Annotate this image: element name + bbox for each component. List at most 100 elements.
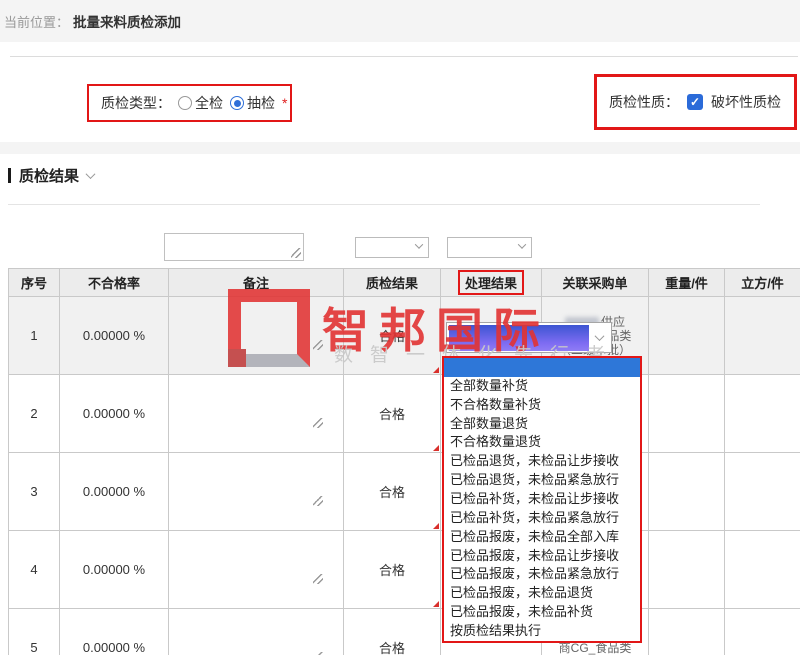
resize-handle-icon[interactable] — [313, 418, 323, 428]
result-filter-select[interactable] — [355, 237, 429, 258]
remark-filter-textarea[interactable] — [164, 233, 304, 261]
inspection-result-table: 序号 不合格率 备注 质检结果 处理结果 关联采购单 重量/件 立方/件 1 0… — [8, 268, 800, 655]
dropdown-option[interactable]: 全部数量退货 — [444, 415, 640, 434]
cell-inspection-result: 合格 — [344, 531, 441, 609]
page-title: 批量来料质检添加 — [73, 11, 181, 31]
cell-weight — [649, 609, 725, 655]
inspection-type-group: 质检类型： 全检 抽检 * — [87, 84, 292, 122]
checkbox-checked-icon[interactable]: ✓ — [687, 94, 703, 110]
table-header-row: 序号 不合格率 备注 质检结果 处理结果 关联采购单 重量/件 立方/件 — [9, 269, 800, 297]
required-mark: * — [282, 95, 287, 111]
table-row: 2 0.00000 % 合格 — [9, 375, 800, 453]
dropdown-option[interactable]: 已检品报废，未检品退货 — [444, 584, 640, 603]
chevron-down-icon[interactable] — [86, 169, 96, 179]
cell-weight — [649, 297, 725, 375]
destructive-inspection-label: 破坏性质检 — [711, 92, 781, 112]
cell-defect-rate: 0.00000 % — [60, 375, 169, 453]
table-row: 5 0.00000 % 合格 供应 商CG_食品类 （二级审批） — [9, 609, 800, 655]
section-header: 质检结果 — [8, 165, 94, 186]
radio-unchecked-icon[interactable] — [178, 96, 192, 110]
header-weight: 重量/件 — [649, 269, 725, 297]
table-row: 1 0.00000 % 合格 供应 商CG_食品类 （二级审批） — [9, 297, 800, 375]
handle-filter-select[interactable] — [447, 237, 532, 258]
chevron-down-icon — [518, 240, 526, 248]
cell-defect-rate: 0.00000 % — [60, 531, 169, 609]
handle-result-select[interactable] — [446, 322, 612, 353]
dropdown-option[interactable]: 已检品报废，未检品紧急放行 — [444, 565, 640, 584]
cell-remark-textarea[interactable] — [169, 609, 344, 655]
resize-handle-icon[interactable] — [313, 574, 323, 584]
breadcrumb: 当前位置： 批量来料质检添加 — [0, 0, 800, 42]
cell-cubic — [725, 297, 800, 375]
header-inspection-result: 质检结果 — [344, 269, 441, 297]
dropdown-option[interactable]: 已检品报废，未检品全部入库 — [444, 528, 640, 547]
selection-highlight — [449, 325, 589, 351]
breadcrumb-prefix: 当前位置： — [4, 12, 69, 31]
cell-remark-textarea[interactable] — [169, 453, 344, 531]
resize-handle-icon[interactable] — [291, 248, 301, 258]
cell-inspection-result: 合格 — [344, 609, 441, 655]
cell-defect-rate: 0.00000 % — [60, 297, 169, 375]
cell-defect-rate: 0.00000 % — [60, 453, 169, 531]
cell-inspection-result: 合格 — [344, 375, 441, 453]
dropdown-option[interactable]: 已检品退货，未检品让步接收 — [444, 452, 640, 471]
resize-handle-icon[interactable] — [313, 340, 323, 350]
batch-incoming-inspection-page: 当前位置： 批量来料质检添加 质检类型： 全检 抽检 * 质检性质： ✓ 破坏性… — [0, 0, 800, 655]
dropdown-option-empty[interactable] — [444, 358, 640, 377]
dropdown-option[interactable]: 已检品补货，未检品紧急放行 — [444, 509, 640, 528]
radio-sampling-inspection[interactable]: 抽检 — [230, 93, 275, 113]
handle-result-dropdown: 全部数量补货 不合格数量补货 全部数量退货 不合格数量退货 已检品退货，未检品让… — [442, 356, 642, 643]
cell-remark-textarea[interactable] — [169, 531, 344, 609]
resize-handle-icon[interactable] — [313, 652, 323, 655]
radio-sampling-label: 抽检 — [247, 93, 275, 113]
chevron-down-icon — [595, 331, 605, 341]
section-separator — [0, 142, 800, 154]
resize-handle-icon[interactable] — [313, 496, 323, 506]
cell-seq: 5 — [9, 609, 60, 655]
header-seq: 序号 — [9, 269, 60, 297]
radio-full-label: 全检 — [195, 93, 223, 113]
inspection-nature-group: 质检性质： ✓ 破坏性质检 — [594, 74, 797, 130]
header-remark: 备注 — [169, 269, 344, 297]
section-accent-bar — [8, 168, 11, 183]
section-title: 质检结果 — [19, 165, 79, 186]
dropdown-option[interactable]: 已检品补货，未检品让步接收 — [444, 490, 640, 509]
cell-weight — [649, 453, 725, 531]
cell-inspection-result: 合格 — [344, 453, 441, 531]
header-purchase-order: 关联采购单 — [542, 269, 649, 297]
cell-inspection-result: 合格 — [344, 297, 441, 375]
cell-cubic — [725, 375, 800, 453]
chevron-down-icon — [415, 240, 423, 248]
inspection-nature-label: 质检性质： — [609, 92, 679, 112]
cell-remark-textarea[interactable] — [169, 375, 344, 453]
dropdown-option[interactable]: 不合格数量补货 — [444, 396, 640, 415]
dropdown-option[interactable]: 已检品退货，未检品紧急放行 — [444, 471, 640, 490]
cell-remark-textarea[interactable] — [169, 297, 344, 375]
cell-weight — [649, 375, 725, 453]
cell-cubic — [725, 531, 800, 609]
header-cubic: 立方/件 — [725, 269, 800, 297]
cell-seq: 4 — [9, 531, 60, 609]
dropdown-option[interactable]: 已检品报废，未检品让步接收 — [444, 547, 640, 566]
table-row: 3 0.00000 % 合格 — [9, 453, 800, 531]
cell-weight — [649, 531, 725, 609]
radio-checked-icon[interactable] — [230, 96, 244, 110]
divider — [8, 204, 760, 205]
handle-result-highlight: 处理结果 — [458, 270, 524, 295]
cell-cubic — [725, 453, 800, 531]
inspection-type-label: 质检类型： — [101, 93, 171, 113]
dropdown-option[interactable]: 不合格数量退货 — [444, 433, 640, 452]
cell-seq: 1 — [9, 297, 60, 375]
divider — [10, 56, 798, 57]
dropdown-option[interactable]: 已检品报废，未检品补货 — [444, 603, 640, 622]
table-row: 4 0.00000 % 合格 — [9, 531, 800, 609]
cell-seq: 3 — [9, 453, 60, 531]
cell-cubic — [725, 609, 800, 655]
cell-seq: 2 — [9, 375, 60, 453]
dropdown-option[interactable]: 全部数量补货 — [444, 377, 640, 396]
dropdown-option[interactable]: 按质检结果执行 — [444, 622, 640, 641]
radio-full-inspection[interactable]: 全检 — [178, 93, 223, 113]
header-defect-rate: 不合格率 — [60, 269, 169, 297]
cell-defect-rate: 0.00000 % — [60, 609, 169, 655]
header-handle-result: 处理结果 — [441, 269, 542, 297]
